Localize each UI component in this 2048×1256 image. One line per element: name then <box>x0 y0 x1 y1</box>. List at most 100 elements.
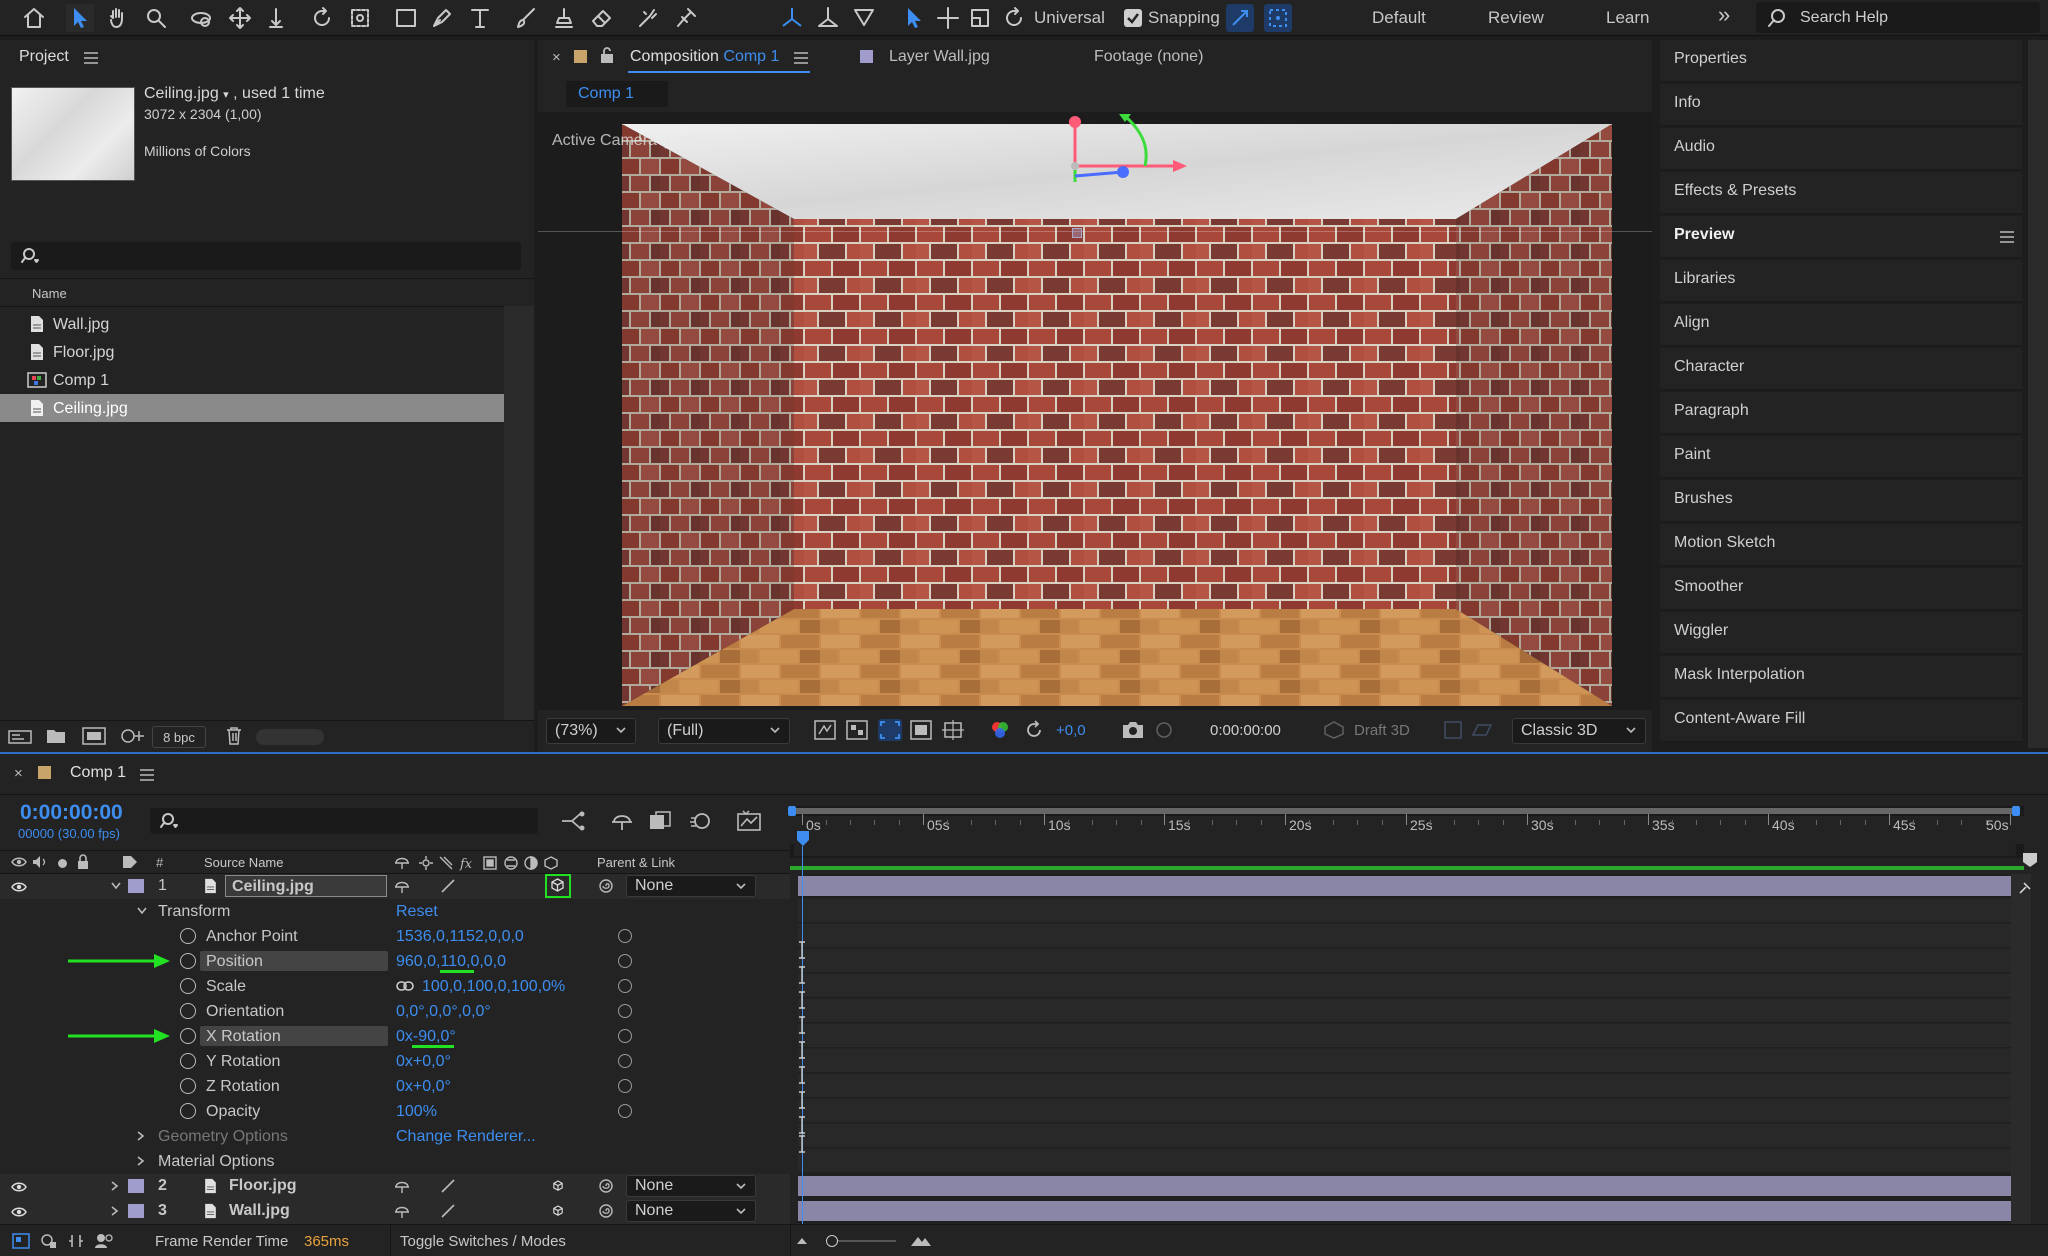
hand-tool-icon[interactable] <box>104 4 132 32</box>
brush-tool-icon[interactable] <box>512 4 540 32</box>
stopwatch-icon[interactable] <box>180 928 196 944</box>
interpret-footage-icon[interactable] <box>8 729 32 745</box>
snapping-label[interactable]: Snapping <box>1148 8 1220 28</box>
file-dropdown-icon[interactable]: ▾ <box>223 89 229 101</box>
layer-keyframe-nav-icon[interactable] <box>2018 879 2034 895</box>
3d-axis-gizmo[interactable] <box>1065 112 1265 212</box>
project-settings-icon[interactable] <box>120 727 146 745</box>
layer-label-color[interactable] <box>128 1179 144 1193</box>
stopwatch-icon[interactable] <box>180 1053 196 1069</box>
anchor-point-marker[interactable] <box>1072 228 1082 238</box>
expression-pick-whip-icon[interactable] <box>618 954 632 968</box>
expression-pick-whip-icon[interactable] <box>618 1029 632 1043</box>
pan-camera-icon[interactable] <box>226 4 254 32</box>
expression-pick-whip-icon[interactable] <box>618 929 632 943</box>
bit-depth-button[interactable]: 8 bpc <box>152 726 206 748</box>
resolution-dropdown[interactable]: (Full) <box>658 718 790 744</box>
viewer-canvas[interactable]: Active Camera (Default) <box>538 112 1652 710</box>
property-value[interactable]: 100,0,100,0,100,0% <box>422 978 565 996</box>
time-ruler[interactable] <box>790 816 2024 844</box>
layer-duration-bar-3[interactable] <box>798 1201 2011 1221</box>
shy-switch-icon[interactable] <box>394 1179 410 1193</box>
stopwatch-icon[interactable] <box>180 1103 196 1119</box>
panel-paint[interactable]: Paint <box>1660 436 2022 478</box>
workspace-review[interactable]: Review <box>1488 8 1544 28</box>
search-help-box[interactable]: Search Help <box>1756 2 2040 33</box>
viewer-timecode[interactable]: 0:00:00:00 <box>1210 722 1281 739</box>
stopwatch-icon[interactable] <box>180 1028 196 1044</box>
stopwatch-icon[interactable] <box>180 1003 196 1019</box>
close-tab-icon[interactable]: × <box>14 765 23 782</box>
transform-reset-link[interactable]: Reset <box>396 903 438 921</box>
layer-name[interactable]: Wall.jpg <box>229 1202 290 1220</box>
zoom-in-mountain-icon[interactable] <box>910 1233 932 1247</box>
parent-dropdown-1[interactable]: None <box>626 875 756 897</box>
workspace-default[interactable]: Default <box>1372 8 1426 28</box>
layer-label-color[interactable] <box>128 879 144 893</box>
transform-group-row[interactable]: Transform Reset <box>0 899 790 924</box>
snap-features-icon[interactable] <box>1264 4 1292 32</box>
fast-previews-icon[interactable] <box>814 720 836 740</box>
property-value[interactable]: 1536,0,1152,0,0,0 <box>396 928 524 946</box>
panel-preview[interactable]: Preview <box>1660 216 2022 258</box>
layer-duration-bar-1[interactable] <box>798 876 2011 896</box>
work-area-range[interactable] <box>790 808 2018 814</box>
current-time-display[interactable]: 0:00:00:00 <box>20 801 123 825</box>
property-value[interactable]: 0x+0,0° <box>396 1078 451 1096</box>
expand-layer-chevron-icon[interactable] <box>110 1205 120 1217</box>
collapse-layer-chevron-icon[interactable] <box>110 881 122 891</box>
show-snapshot-icon[interactable] <box>1154 721 1174 739</box>
universal-label[interactable]: Universal <box>1034 8 1105 28</box>
layer-row-1[interactable]: 1 Ceiling.jpg None <box>0 874 790 899</box>
stopwatch-icon[interactable] <box>180 953 196 969</box>
panel-menu-icon[interactable] <box>794 52 808 64</box>
project-item[interactable]: Wall.jpg <box>0 310 504 338</box>
new-composition-icon[interactable] <box>82 727 106 745</box>
home-icon[interactable] <box>20 4 48 32</box>
expand-layer-chevron-icon[interactable] <box>110 1180 120 1192</box>
project-item-selected[interactable]: Ceiling.jpg <box>0 394 504 422</box>
guides-icon[interactable] <box>942 720 964 740</box>
change-renderer-link[interactable]: Change Renderer... <box>396 1128 536 1146</box>
panel-wiggler[interactable]: Wiggler <box>1660 612 2022 654</box>
stopwatch-icon[interactable] <box>180 1078 196 1094</box>
universal-tool-arrow-icon[interactable] <box>900 4 928 32</box>
rectangle-tool-icon[interactable] <box>392 4 420 32</box>
property-value[interactable]: 100% <box>396 1103 437 1121</box>
panel-mask-interpolation[interactable]: Mask Interpolation <box>1660 656 2022 698</box>
timeline-scrollbar[interactable] <box>2011 874 2031 1224</box>
zoom-tool-icon[interactable] <box>142 4 170 32</box>
puppet-pin-tool-icon[interactable] <box>672 4 700 32</box>
exposure-value[interactable]: +0,0 <box>1056 722 1086 739</box>
layer-duration-bar-2[interactable] <box>798 1176 2011 1196</box>
panel-properties[interactable]: Properties <box>1660 40 2022 82</box>
local-axis-mode-icon[interactable] <box>778 4 806 32</box>
dolly-camera-icon[interactable] <box>262 4 290 32</box>
hide-shy-layers-icon[interactable] <box>610 810 634 832</box>
property-value[interactable]: 0x-90,0° <box>396 1028 456 1046</box>
universal-move-icon[interactable] <box>934 4 962 32</box>
layer-label-color[interactable] <box>128 1204 144 1218</box>
parent-dropdown-2[interactable]: None <box>626 1175 756 1197</box>
thumbnail-size-slider[interactable] <box>256 729 324 745</box>
layer-visibility-eye-icon[interactable] <box>11 1205 27 1219</box>
panel-info[interactable]: Info <box>1660 84 2022 126</box>
zoom-out-mountain-icon[interactable] <box>796 1235 808 1245</box>
work-area-bar[interactable] <box>788 806 2024 816</box>
rotate-tool-icon[interactable] <box>308 4 336 32</box>
property-row[interactable]: Y Rotation 0x+0,0° <box>0 1049 790 1074</box>
eraser-tool-icon[interactable] <box>588 4 616 32</box>
in-out-toggle-icon[interactable] <box>68 1233 84 1249</box>
timeline-navigator[interactable] <box>790 844 2024 858</box>
right-panel-scrollbar[interactable] <box>2028 40 2048 748</box>
property-value[interactable]: 0x+0,0° <box>396 1053 451 1071</box>
layer-visibility-eye-icon[interactable] <box>11 1180 27 1194</box>
snapshot-camera-icon[interactable] <box>1122 721 1144 739</box>
work-area-end-handle[interactable] <box>2012 806 2020 816</box>
source-name-header[interactable]: Source Name <box>204 855 283 870</box>
parent-link-header[interactable]: Parent & Link <box>597 855 675 870</box>
3d-layer-switch-highlight[interactable] <box>545 874 571 898</box>
expression-pick-whip-icon[interactable] <box>618 1004 632 1018</box>
pick-whip-icon[interactable] <box>598 1178 614 1194</box>
draft-3d-label[interactable]: Draft 3D <box>1354 722 1410 739</box>
